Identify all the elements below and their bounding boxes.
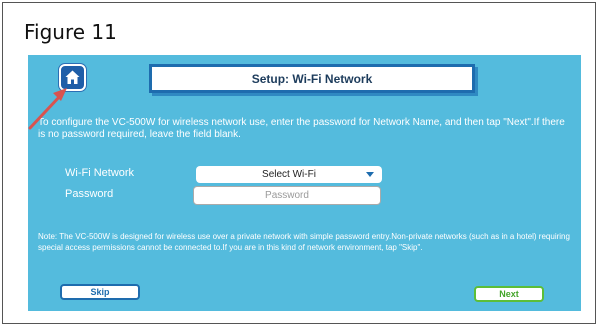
red-arrow-annotation [28,88,67,130]
app-screen: Setup: Wi-Fi Network To configure the VC… [28,55,581,311]
instructions-text: To configure the VC-500W for wireless ne… [38,117,565,140]
password-input[interactable] [193,186,381,205]
skip-button[interactable]: Skip [60,284,140,300]
next-button[interactable]: Next [474,286,544,302]
wifi-select-value: Select Wi-Fi [262,169,316,180]
figure-frame: Figure 11 Setup: Wi-Fi Network To config… [2,2,596,324]
wifi-network-label: Wi-Fi Network [65,167,135,179]
wifi-network-select[interactable]: Select Wi-Fi [196,166,382,183]
note-text: Note: The VC-500W is designed for wirele… [38,232,570,252]
chevron-down-icon [366,172,374,177]
password-label: Password [65,188,114,200]
page-title: Setup: Wi-Fi Network [149,64,475,93]
